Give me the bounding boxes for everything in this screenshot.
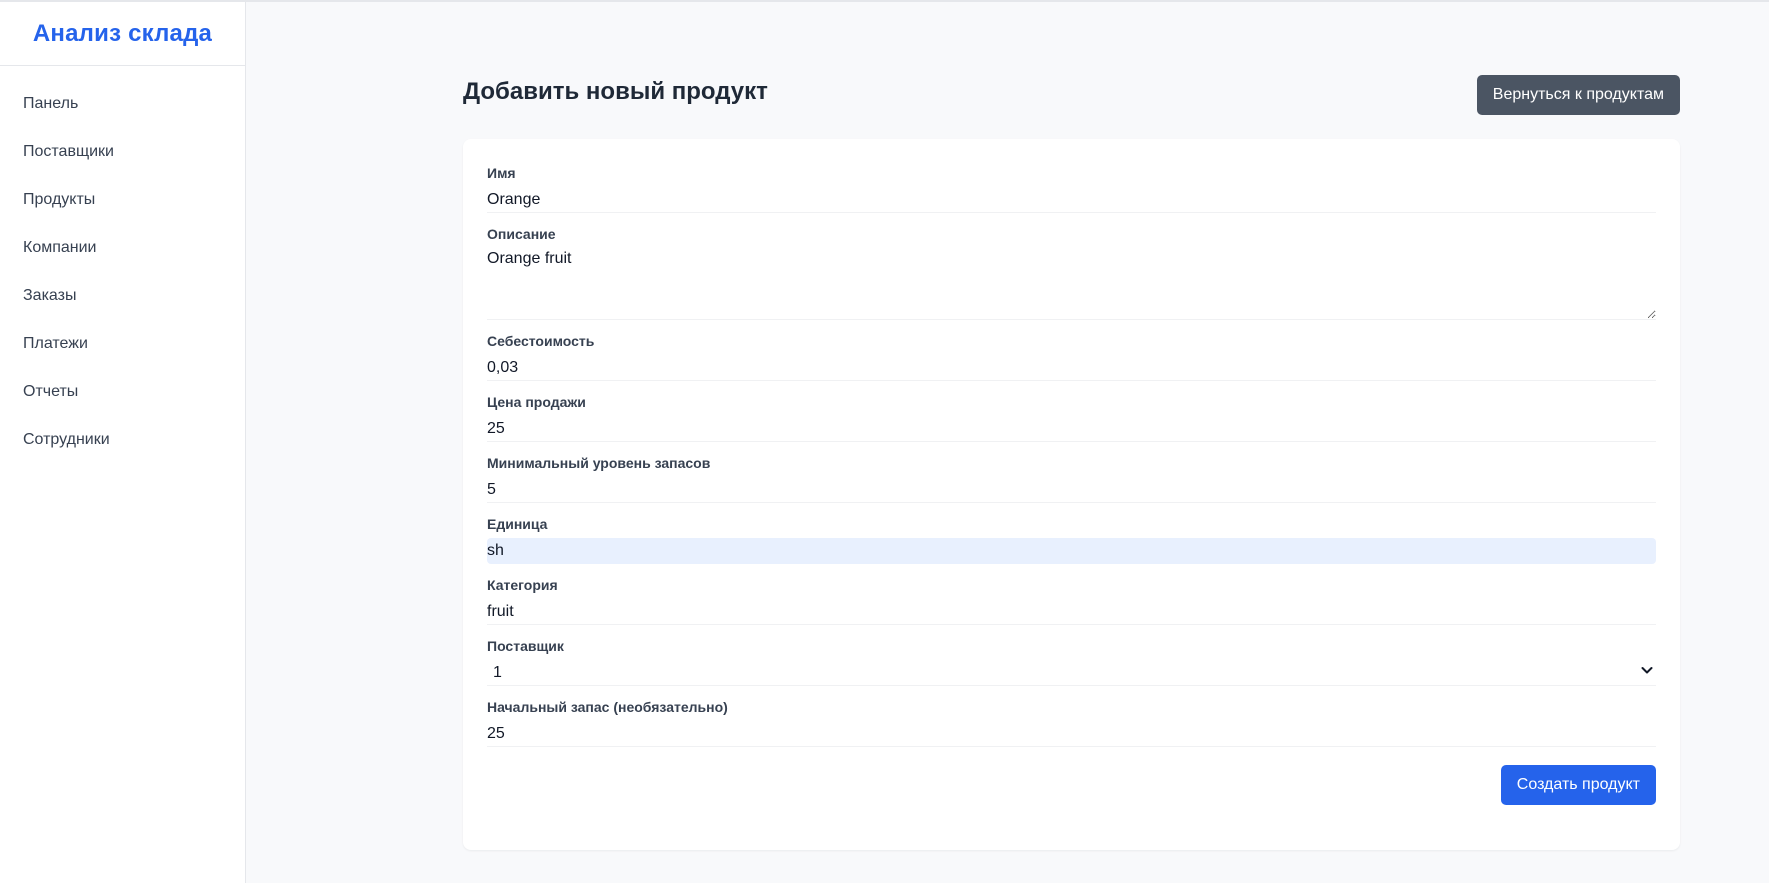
unit-field-group: Единица	[487, 515, 1656, 564]
sidebar-item-dashboard[interactable]: Панель	[0, 80, 245, 128]
sidebar-item-employees[interactable]: Сотрудники	[0, 416, 245, 464]
sidebar-item-reports[interactable]: Отчеты	[0, 368, 245, 416]
sidebar-item-orders[interactable]: Заказы	[0, 272, 245, 320]
sidebar-item-payments[interactable]: Платежи	[0, 320, 245, 368]
min-stock-label: Минимальный уровень запасов	[487, 455, 711, 471]
price-field-group: Цена продажи	[487, 393, 1656, 442]
supplier-select-wrapper: 1	[487, 660, 1656, 686]
back-to-products-button[interactable]: Вернуться к продуктам	[1476, 75, 1680, 115]
sidebar: Анализ склада Панель Поставщики Продукты…	[0, 2, 246, 883]
description-label: Описание	[487, 226, 556, 242]
initial-stock-input[interactable]	[487, 721, 1656, 747]
unit-input[interactable]	[487, 538, 1656, 564]
category-field-group: Категория	[487, 576, 1656, 625]
cost-label: Себестоимость	[487, 333, 595, 349]
page-header: Добавить новый продукт Вернуться к проду…	[463, 75, 1680, 115]
min-stock-input[interactable]	[487, 477, 1656, 503]
initial-stock-field-group: Начальный запас (необязательно)	[487, 698, 1656, 747]
supplier-label: Поставщик	[487, 638, 564, 654]
min-stock-field-group: Минимальный уровень запасов	[487, 454, 1656, 503]
price-label: Цена продажи	[487, 394, 586, 410]
cost-input[interactable]	[487, 355, 1656, 381]
initial-stock-label: Начальный запас (необязательно)	[487, 699, 728, 715]
unit-label: Единица	[487, 516, 548, 532]
supplier-select[interactable]: 1	[487, 660, 1656, 686]
create-product-button[interactable]: Создать продукт	[1500, 765, 1656, 805]
page-title: Добавить новый продукт	[463, 78, 768, 105]
supplier-field-group: Поставщик 1	[487, 637, 1656, 686]
sidebar-item-suppliers[interactable]: Поставщики	[0, 128, 245, 176]
category-label: Категория	[487, 577, 558, 593]
add-product-form: Имя Описание Orange fruit Себестоимость …	[463, 139, 1680, 850]
category-input[interactable]	[487, 599, 1656, 625]
cost-field-group: Себестоимость	[487, 332, 1656, 381]
sidebar-item-products[interactable]: Продукты	[0, 176, 245, 224]
brand: Анализ склада	[0, 2, 245, 66]
top-border	[0, 0, 1769, 2]
brand-title[interactable]: Анализ склада	[33, 20, 212, 48]
sidebar-nav: Панель Поставщики Продукты Компании Зака…	[0, 66, 245, 464]
name-input[interactable]	[487, 187, 1656, 213]
sidebar-item-companies[interactable]: Компании	[0, 224, 245, 272]
name-field-group: Имя	[487, 164, 1656, 213]
price-input[interactable]	[487, 416, 1656, 442]
description-textarea[interactable]: Orange fruit	[487, 248, 1656, 320]
submit-row: Создать продукт	[487, 765, 1656, 805]
name-label: Имя	[487, 165, 516, 181]
description-field-group: Описание Orange fruit	[487, 225, 1656, 320]
